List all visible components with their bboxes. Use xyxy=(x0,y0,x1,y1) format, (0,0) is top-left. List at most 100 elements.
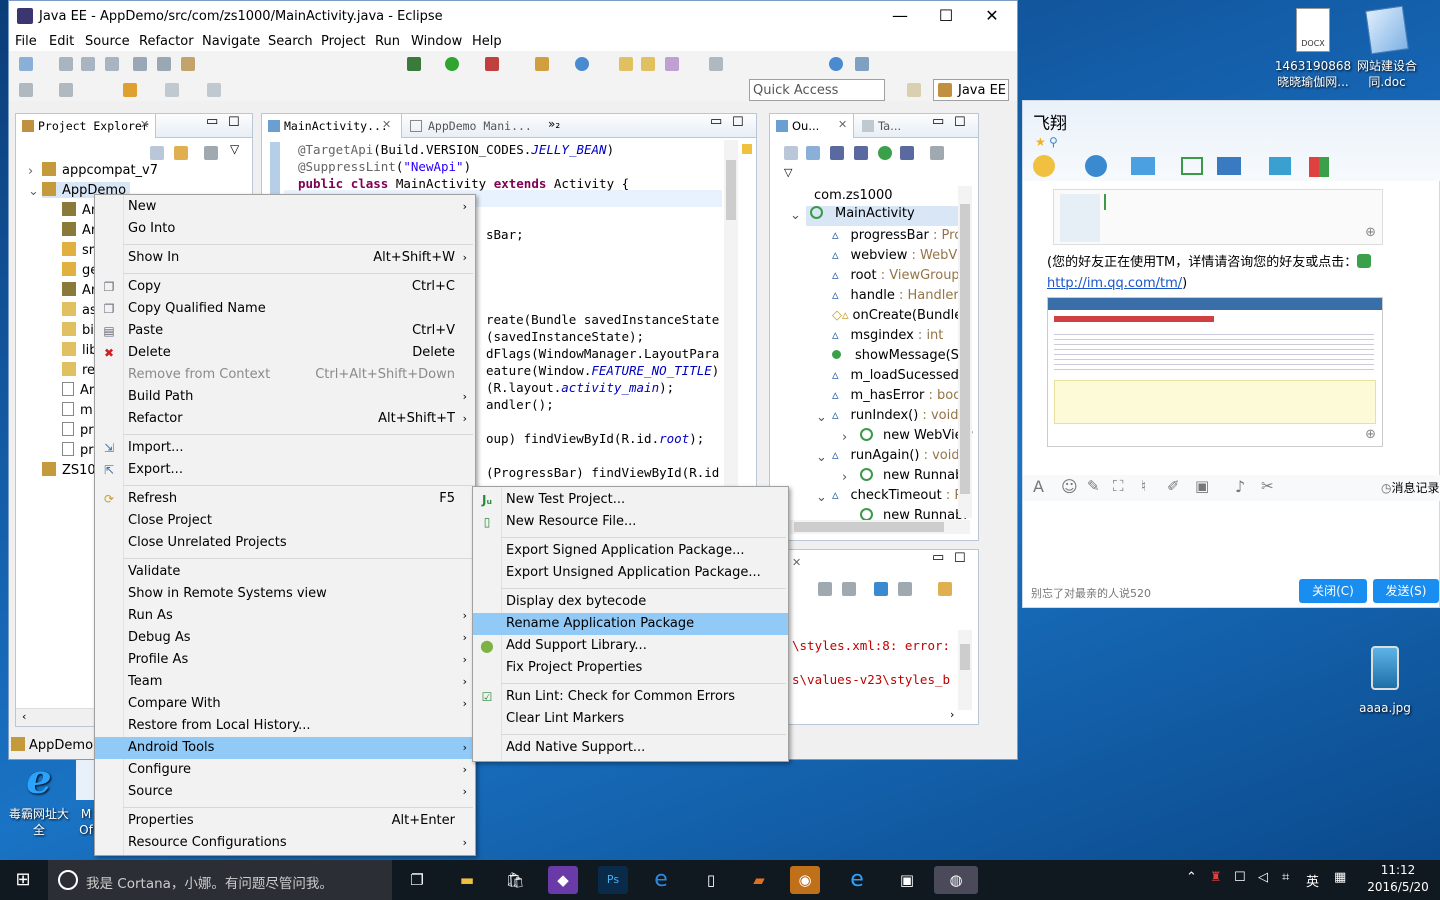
outline-field[interactable]: ▵ root : ViewGroup xyxy=(832,268,960,283)
outline-field[interactable]: ▵ handle : Handler xyxy=(832,288,959,303)
collapse-icon[interactable]: ⌄ xyxy=(790,208,801,223)
open-perspective-icon[interactable] xyxy=(907,83,921,97)
outline-field[interactable]: ▵ progressBar : Pro xyxy=(832,228,962,243)
collapse-icon[interactable]: ⌄ xyxy=(28,184,39,199)
tray-expand-icon[interactable]: ⌃ xyxy=(1186,870,1197,885)
toolbox-icon[interactable]: ▰ xyxy=(744,866,774,894)
menu-window[interactable]: Window xyxy=(411,34,462,49)
menu-item-new-resource-file[interactable]: ▯ New Resource File... xyxy=(473,511,788,533)
voice-call-icon[interactable] xyxy=(1033,155,1055,177)
info-icon[interactable]: ⚲ xyxy=(1049,135,1058,149)
menu-item-properties[interactable]: Properties Alt+Enter xyxy=(95,810,475,832)
menu-item-export[interactable]: ⇱ Export... xyxy=(95,459,475,481)
menu-item-compare-with[interactable]: Compare With › xyxy=(95,693,475,715)
zoom-icon[interactable]: ⊕ xyxy=(1365,427,1376,442)
font-icon[interactable]: A xyxy=(1033,477,1044,496)
save-icon[interactable] xyxy=(59,57,73,71)
tree-item-file[interactable]: pr xyxy=(62,422,94,438)
filter-icon[interactable] xyxy=(204,146,218,160)
edit-icon[interactable]: ✐ xyxy=(1167,477,1180,495)
focus-icon[interactable] xyxy=(930,146,944,160)
tree-item-appcompat[interactable]: appcompat_v7 xyxy=(42,162,158,178)
tray-security-icon[interactable]: ♜ xyxy=(1210,870,1222,885)
sort-icon[interactable] xyxy=(806,146,820,160)
outline-package[interactable]: com.zs1000 xyxy=(814,188,893,203)
outline-method[interactable]: ▵ runAgain() : void xyxy=(832,448,960,463)
menu-navigate[interactable]: Navigate xyxy=(202,34,260,49)
send-button[interactable]: 发送(S) xyxy=(1373,579,1439,603)
close-tab-icon[interactable]: ✕ xyxy=(140,118,149,131)
java-ee-perspective-button[interactable]: Java EE xyxy=(933,79,1009,101)
menu-item-configure[interactable]: Configure › xyxy=(95,759,475,781)
menu-item-close-project[interactable]: Close Project xyxy=(95,510,475,532)
menu-source[interactable]: Source xyxy=(85,34,130,49)
menu-project[interactable]: Project xyxy=(321,34,365,49)
scroll-lock-icon[interactable] xyxy=(842,582,856,596)
minimize-view-icon[interactable]: ▭ xyxy=(932,550,944,565)
collapse-icon[interactable]: ⌄ xyxy=(816,410,827,425)
outline-field[interactable]: ▵ m_hasError : boo xyxy=(832,388,961,403)
menu-item-source[interactable]: Source › xyxy=(95,781,475,803)
back-icon[interactable] xyxy=(123,83,137,97)
annotation-icon[interactable] xyxy=(709,57,723,71)
new-java-class-icon[interactable] xyxy=(575,57,589,71)
tree-item-child[interactable]: Ar xyxy=(62,222,96,238)
start-button[interactable]: ⊞ xyxy=(8,866,38,894)
link-editor-icon[interactable] xyxy=(174,146,188,160)
pin-console-icon[interactable] xyxy=(874,582,888,596)
photoshop-icon[interactable]: Ps xyxy=(598,866,628,894)
history-button[interactable]: ◷消息记录 xyxy=(1381,479,1440,496)
new-icon[interactable] xyxy=(19,57,33,71)
menu-item-fix-properties[interactable]: Fix Project Properties xyxy=(473,657,788,679)
menu-item-delete[interactable]: ✖ Delete Delete xyxy=(95,342,475,364)
task-view-icon[interactable]: ❐ xyxy=(402,866,432,894)
shared-screenshot-1[interactable]: ⊕ xyxy=(1053,189,1383,245)
outline-anon-class[interactable]: new WebView xyxy=(860,428,973,443)
desktop-icon-jpg[interactable]: aaaa.jpg xyxy=(1354,646,1416,716)
pin-icon[interactable] xyxy=(855,57,869,71)
hide-fields-icon[interactable] xyxy=(830,146,844,160)
menu-item-android-tools[interactable]: Android Tools › xyxy=(95,737,475,759)
expand-icon[interactable]: › xyxy=(28,164,33,179)
scroll-right-icon[interactable]: › xyxy=(950,708,954,721)
view-menu-icon[interactable]: ▽ xyxy=(784,166,792,179)
more-tabs-button[interactable]: »₂ xyxy=(548,117,560,131)
menu-item-profile-as[interactable]: Profile As › xyxy=(95,649,475,671)
zoom-icon[interactable]: ⊕ xyxy=(1365,225,1376,240)
hide-local-types-icon[interactable] xyxy=(900,146,914,160)
tree-item-child[interactable]: Ar xyxy=(62,282,96,298)
send-file-icon[interactable] xyxy=(1131,157,1155,175)
android-sdk-icon[interactable] xyxy=(133,57,147,71)
tab-outline[interactable]: Ou... ✕ xyxy=(770,114,854,138)
outline-method[interactable]: ▵ runIndex() : void xyxy=(832,408,958,423)
tree-item-src[interactable]: sr xyxy=(62,242,94,258)
outline-field[interactable]: ▵ webview : WebVi xyxy=(832,248,961,263)
remote-desktop-taskbar-icon[interactable]: ▣ xyxy=(892,866,922,894)
image-icon[interactable]: ▣ xyxy=(1195,477,1209,495)
menu-item-rename-package[interactable]: Rename Application Package xyxy=(473,613,788,635)
menu-help[interactable]: Help xyxy=(472,34,502,49)
last-edit-icon[interactable] xyxy=(207,83,221,97)
tree-item-res[interactable]: re xyxy=(62,362,95,378)
forward-icon[interactable] xyxy=(165,83,179,97)
maximize-button[interactable]: ☐ xyxy=(923,1,969,31)
desktop-icon-duba[interactable]: e 毒霸网址大 全 xyxy=(4,760,74,838)
tab-task-list[interactable]: Ta... xyxy=(858,114,918,138)
new-server-icon[interactable] xyxy=(535,57,549,71)
menu-item-build-path[interactable]: Build Path › xyxy=(95,386,475,408)
menu-item-show-in[interactable]: Show In Alt+Shift+W › xyxy=(95,247,475,269)
keyboard-icon[interactable]: ▦ xyxy=(1334,870,1346,885)
ie-taskbar-icon[interactable]: e xyxy=(842,866,872,894)
menu-item-refresh[interactable]: ⟳ Refresh F5 xyxy=(95,488,475,510)
video-call-icon[interactable] xyxy=(1085,155,1107,177)
minimize-button[interactable]: — xyxy=(877,1,923,31)
outline-method[interactable]: showMessage(St xyxy=(832,348,964,363)
screenshot-icon[interactable]: ⛶ xyxy=(1113,477,1124,495)
menu-item-run-lint[interactable]: ☑ Run Lint: Check for Common Errors xyxy=(473,686,788,708)
menu-search[interactable]: Search xyxy=(268,34,313,49)
close-tab-icon[interactable]: ✕ xyxy=(838,118,847,131)
warning-marker-icon[interactable] xyxy=(742,144,752,154)
menu-file[interactable]: File xyxy=(15,34,37,49)
menu-item-new[interactable]: New › xyxy=(95,196,475,218)
collapse-icon[interactable]: ⌄ xyxy=(816,490,827,505)
